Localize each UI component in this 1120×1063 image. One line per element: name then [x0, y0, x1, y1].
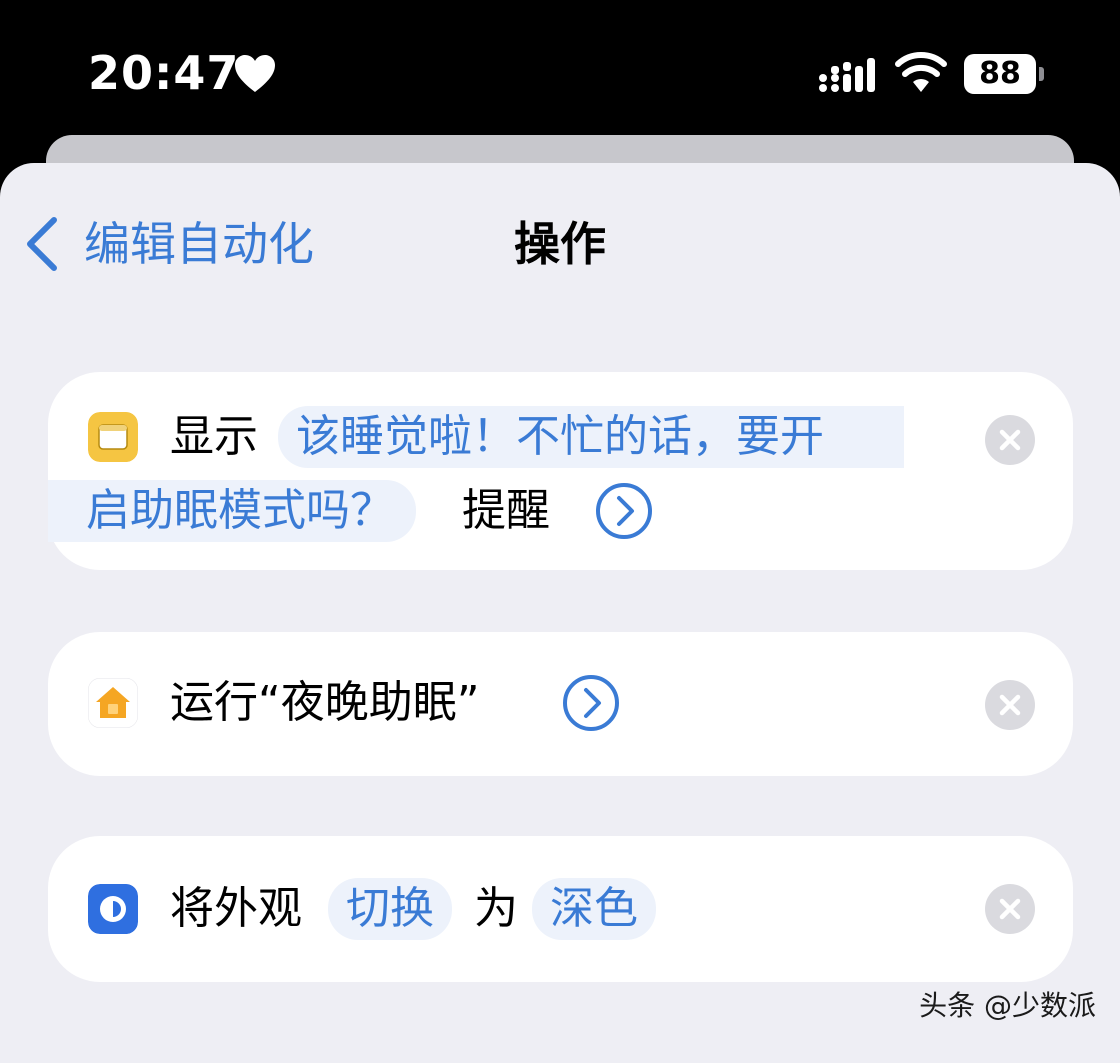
cellular-signal-icon	[819, 58, 875, 92]
expand-options-icon[interactable]	[562, 674, 620, 732]
action-card-show-alert[interactable]: 显示 该睡觉啦！不忙的话，要开 启助眠模式吗？ 提醒	[48, 372, 1073, 570]
alert-app-icon	[88, 412, 138, 462]
remove-action-button[interactable]	[985, 884, 1035, 934]
appearance-value-field[interactable]: 深色	[532, 878, 656, 940]
appearance-icon	[88, 884, 138, 934]
home-app-icon	[88, 678, 138, 728]
close-icon	[999, 429, 1021, 451]
remove-action-button[interactable]	[985, 680, 1035, 730]
status-bar: 20:47 88	[0, 0, 1120, 135]
wifi-icon	[895, 52, 947, 92]
close-icon	[999, 694, 1021, 716]
remove-action-button[interactable]	[985, 415, 1035, 465]
watermark: 头条 @少数派	[919, 989, 1096, 1022]
action-suffix-alert: 提醒	[462, 485, 550, 536]
action-card-set-appearance[interactable]: 将外观 切换 为 深色	[48, 836, 1073, 982]
page-title: 操作	[514, 217, 606, 271]
battery-nub	[1039, 67, 1044, 81]
appearance-connector: 为	[474, 883, 518, 934]
status-time: 20:47	[88, 46, 240, 100]
appearance-mode-field[interactable]: 切换	[328, 878, 452, 940]
battery-level: 88	[979, 56, 1021, 91]
expand-options-icon[interactable]	[595, 482, 653, 540]
heart-icon	[235, 55, 275, 92]
alert-message-field[interactable]: 该睡觉啦！不忙的话，要开	[278, 406, 904, 468]
close-icon	[999, 898, 1021, 920]
alert-message-field-continued[interactable]: 启助眠模式吗？	[48, 480, 416, 542]
run-scene-text: 运行“夜晚助眠”	[170, 677, 480, 728]
action-card-run-scene[interactable]: 运行“夜晚助眠”	[48, 632, 1073, 776]
appearance-verb: 将外观	[170, 883, 302, 934]
battery-icon: 88	[964, 54, 1046, 96]
action-verb-show: 显示	[170, 411, 258, 462]
